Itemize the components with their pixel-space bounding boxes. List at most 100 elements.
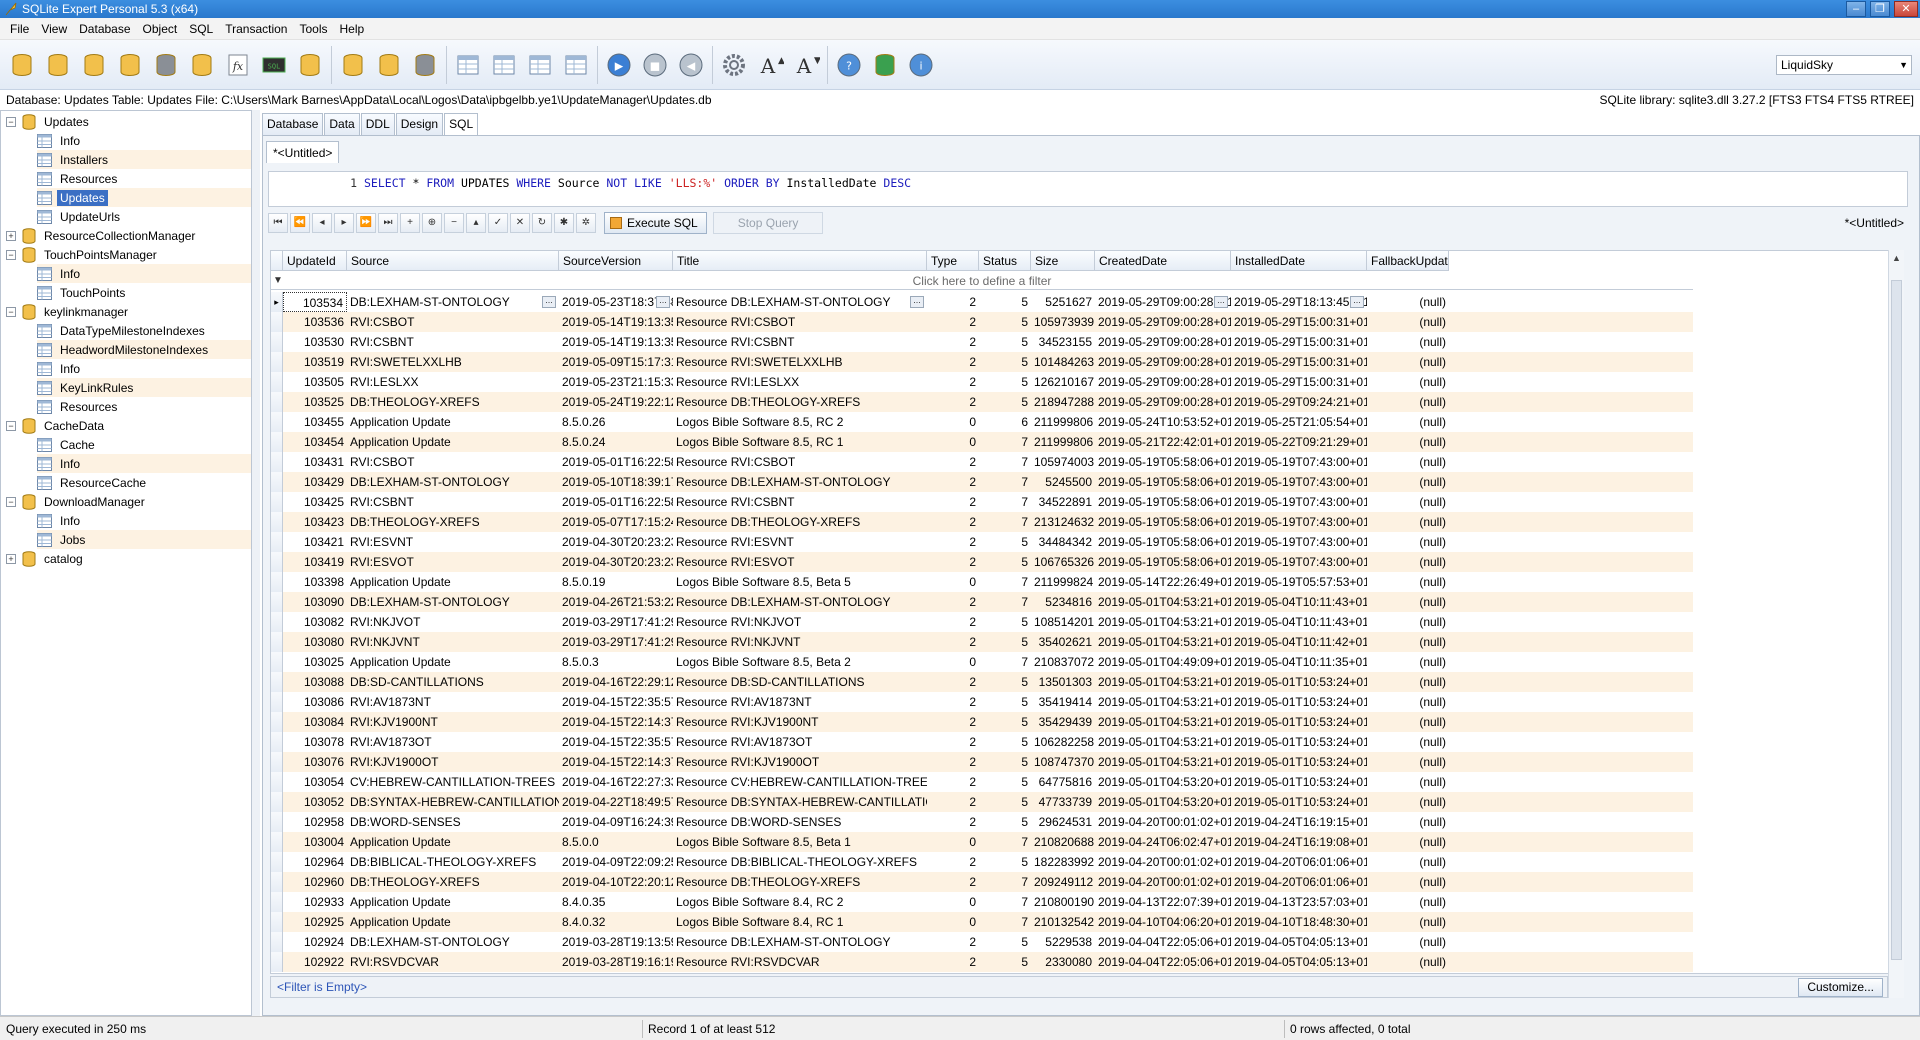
table-cell-fallbackupdateid[interactable]: (null) [1367, 352, 1449, 372]
table-cell-createddate[interactable]: 2019-05-29T09:00:28+01:00 [1095, 332, 1231, 352]
table-cell-status[interactable]: 5 [979, 812, 1031, 832]
table-cell-sourceversion[interactable]: 2019-04-09T16:24:39Z [559, 812, 673, 832]
cell-editor-button[interactable]: … [656, 296, 670, 308]
table-cell-fallbackupdateid[interactable]: (null) [1367, 532, 1449, 552]
table-cell-sourceversion[interactable]: 2019-05-07T17:15:24Z [559, 512, 673, 532]
table-cell-type[interactable]: 2 [927, 672, 979, 692]
row-indicator[interactable] [271, 452, 283, 472]
table-cell-status[interactable]: 5 [979, 612, 1031, 632]
table-row[interactable]: 103078 RVI:AV1873OT 2019-04-15T22:35:57Z Re… [271, 732, 1693, 752]
add-window-icon[interactable] [867, 45, 903, 85]
table-cell-source[interactable]: DB:WORD-SENSES [347, 812, 559, 832]
table-cell-updateid[interactable]: 103090 [283, 592, 347, 612]
table-row[interactable]: 103429 DB:LEXHAM-ST-ONTOLOGY 2019-05-10T18… [271, 472, 1693, 492]
table-cell-sourceversion[interactable]: 2019-05-14T19:13:35Z [559, 312, 673, 332]
table-cell-fallbackupdateid[interactable]: (null) [1367, 472, 1449, 492]
table-cell-status[interactable]: 5 [979, 552, 1031, 572]
table-cell-fallbackupdateid[interactable]: (null) [1367, 832, 1449, 852]
table-cell-status[interactable]: 5 [979, 852, 1031, 872]
table-cell-size[interactable]: 108514201 [1031, 612, 1095, 632]
table-cell-createddate[interactable]: 2019-05-19T05:58:06+01:00 [1095, 452, 1231, 472]
table-cell-sourceversion[interactable]: 2019-04-30T20:23:23Z [559, 552, 673, 572]
table-cell-createddate[interactable]: 2019-05-14T22:26:49+01:00 [1095, 572, 1231, 592]
table-row[interactable]: 103536 RVI:CSBOT 2019-05-14T19:13:35Z Resou… [271, 312, 1693, 332]
row-indicator[interactable] [271, 332, 283, 352]
table-cell-installeddate[interactable]: 2019-05-19T07:43:00+01:00 [1231, 532, 1367, 552]
table-cell-createddate[interactable]: 2019-05-24T10:53:52+01:00 [1095, 412, 1231, 432]
table-cell-size[interactable]: 34484342 [1031, 532, 1095, 552]
table-cell-type[interactable]: 2 [927, 612, 979, 632]
table-cell-source[interactable]: RVI:CSBOT [347, 312, 559, 332]
table-cell-installeddate[interactable]: 2019-05-19T07:43:00+01:00 [1231, 472, 1367, 492]
table-cell-sourceversion[interactable]: 2019-05-14T19:13:35Z [559, 332, 673, 352]
table-cell-sourceversion[interactable]: 8.4.0.32 [559, 912, 673, 932]
table-row[interactable]: 103084 RVI:KJV1900NT 2019-04-15T22:14:37Z R… [271, 712, 1693, 732]
table-cell-installeddate[interactable]: 2019-05-04T10:11:42+01:00 [1231, 632, 1367, 652]
table-cell-installeddate[interactable]: 2019-05-01T10:53:24+01:00 [1231, 732, 1367, 752]
table-cell-installeddate[interactable]: 2019-04-05T04:05:13+01:00 [1231, 932, 1367, 952]
theme-select[interactable]: LiquidSky ▼ [1776, 54, 1912, 75]
collapse-icon[interactable]: − [6, 116, 16, 127]
table-row[interactable]: 103419 RVI:ESVOT 2019-04-30T20:23:23Z Resou… [271, 552, 1693, 572]
table-cell-title[interactable]: Resource DB:LEXHAM-ST-ONTOLOGY [673, 932, 927, 952]
row-indicator[interactable] [271, 952, 283, 972]
tree-database-node[interactable]: − CacheData [6, 416, 251, 435]
table-cell-source[interactable]: RVI:AV1873NT [347, 692, 559, 712]
append-record-button[interactable]: ⊕ [422, 213, 442, 233]
row-indicator[interactable] [271, 852, 283, 872]
table-cell-fallbackupdateid[interactable]: (null) [1367, 592, 1449, 612]
table-cell-updateid[interactable]: 103052 [283, 792, 347, 812]
function-icon[interactable]: fx [220, 45, 256, 85]
table-row[interactable]: 103454 Application Update 8.5.0.24 Logos Bi… [271, 432, 1693, 452]
table-cell-fallbackupdateid[interactable]: (null) [1367, 512, 1449, 532]
table-cell-installeddate[interactable]: 2019-05-01T10:53:24+01:00 [1231, 672, 1367, 692]
table-cell-status[interactable]: 7 [979, 472, 1031, 492]
table-cell-sourceversion[interactable]: 8.5.0.0 [559, 832, 673, 852]
row-indicator[interactable] [271, 412, 283, 432]
menu-sql[interactable]: SQL [183, 18, 219, 40]
table-cell-createddate[interactable]: 2019-05-01T04:53:20+01:00 [1095, 772, 1231, 792]
table-cell-type[interactable]: 2 [927, 332, 979, 352]
table-cell-status[interactable]: 7 [979, 572, 1031, 592]
table-cell-size[interactable]: 5251627 [1031, 292, 1095, 312]
table-cell-type[interactable]: 2 [927, 312, 979, 332]
menu-object[interactable]: Object [137, 18, 184, 40]
table-cell-title[interactable]: Resource DB:THEOLOGY-XREFS [673, 392, 927, 412]
table-cell-fallbackupdateid[interactable]: (null) [1367, 372, 1449, 392]
table-cell-createddate[interactable]: 2019-04-04T22:05:06+01:00 [1095, 952, 1231, 972]
row-indicator[interactable] [271, 692, 283, 712]
table-cell-installeddate[interactable]: 2019-05-29T09:24:21+01:00 [1231, 392, 1367, 412]
table-cell-updateid[interactable]: 103025 [283, 652, 347, 672]
table-cell-type[interactable]: 2 [927, 472, 979, 492]
table-cell-size[interactable]: 210132542 [1031, 912, 1095, 932]
table-cell-source[interactable]: DB:LEXHAM-ST-ONTOLOGY [347, 292, 559, 312]
table-cell-status[interactable]: 5 [979, 752, 1031, 772]
table-cell-updateid[interactable]: 103519 [283, 352, 347, 372]
tab-data[interactable]: Data [324, 113, 360, 135]
table-cell-status[interactable]: 5 [979, 672, 1031, 692]
table-cell-installeddate[interactable]: 2019-05-01T10:53:24+01:00 [1231, 772, 1367, 792]
refresh-button[interactable]: ↻ [532, 213, 552, 233]
table-cell-createddate[interactable]: 2019-05-01T04:53:21+01:00 [1095, 712, 1231, 732]
prior-page-button[interactable]: ⏪ [290, 213, 310, 233]
menu-view[interactable]: View [35, 18, 73, 40]
table-cell-size[interactable]: 35402621 [1031, 632, 1095, 652]
edit-data-icon[interactable] [558, 45, 594, 85]
tab-ddl[interactable]: DDL [360, 113, 395, 135]
table-cell-title[interactable]: Resource RVI:SWETELXXLHB [673, 352, 927, 372]
table-cell-type[interactable]: 2 [927, 952, 979, 972]
table-row[interactable]: 103455 Application Update 8.5.0.26 Logos Bi… [271, 412, 1693, 432]
table-cell-title[interactable]: Resource RVI:ESVOT [673, 552, 927, 572]
table-cell-status[interactable]: 5 [979, 772, 1031, 792]
table-cell-updateid[interactable]: 102958 [283, 812, 347, 832]
tree-table-node[interactable]: DataTypeMilestoneIndexes [37, 321, 251, 340]
column-header[interactable]: InstalledDate [1231, 251, 1367, 271]
row-indicator[interactable] [271, 572, 283, 592]
table-cell-createddate[interactable]: 2019-05-29T09:00:28+01:00 [1095, 392, 1231, 412]
table-cell-installeddate[interactable]: 2019-04-20T06:01:06+01:00 [1231, 852, 1367, 872]
table-cell-installeddate[interactable]: 2019-05-01T10:53:24+01:00 [1231, 692, 1367, 712]
row-indicator[interactable] [271, 652, 283, 672]
table-cell-title[interactable]: Logos Bible Software 8.5, RC 2 [673, 412, 927, 432]
table-cell-size[interactable]: 35429439 [1031, 712, 1095, 732]
table-cell-sourceversion[interactable]: 2019-04-15T22:14:37Z [559, 712, 673, 732]
